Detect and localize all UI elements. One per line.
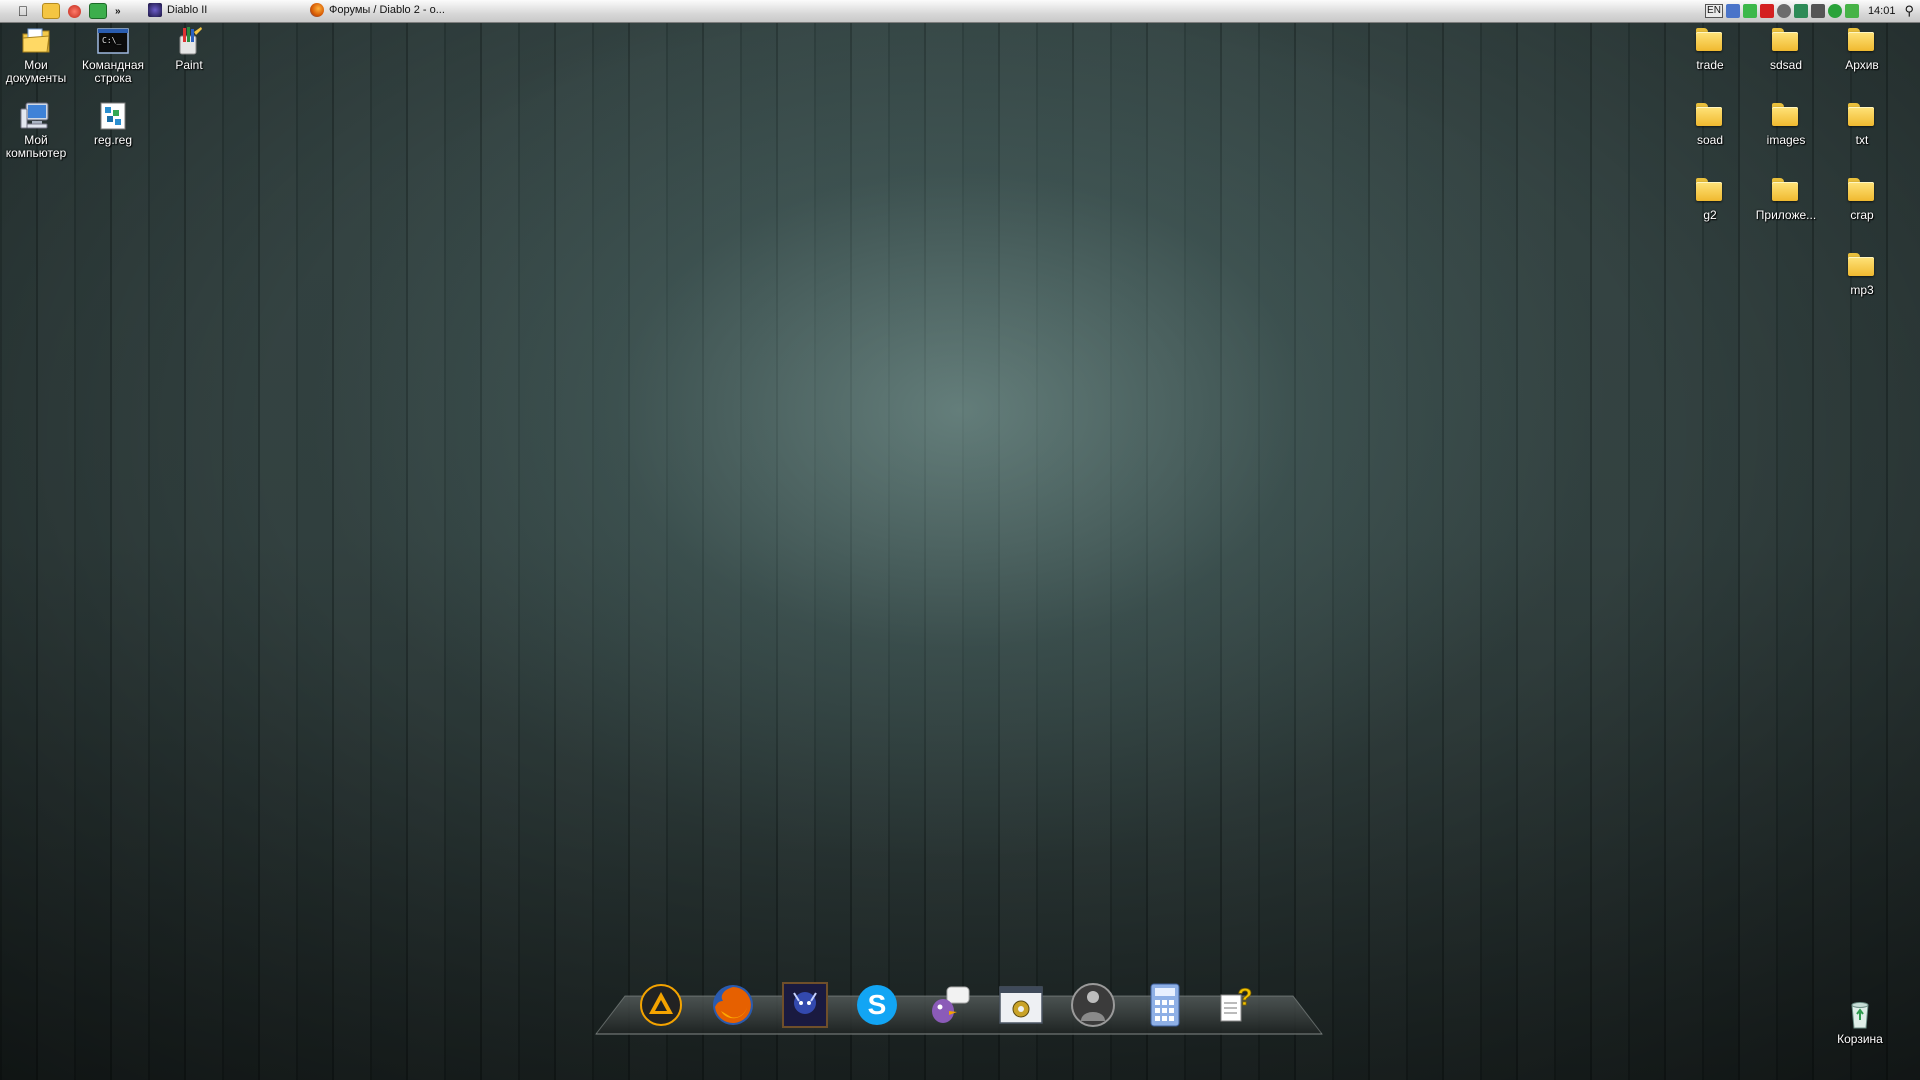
paint-icon xyxy=(172,26,206,56)
icon-label: Paint xyxy=(175,58,203,72)
icon-label: images xyxy=(1766,133,1806,147)
language-indicator[interactable]: EN xyxy=(1705,4,1723,18)
icon-label: soad xyxy=(1696,133,1724,147)
task-label: Diablo II xyxy=(167,4,208,16)
my-documents-icon xyxy=(19,26,53,56)
dock-item-game-character[interactable] xyxy=(1068,980,1118,1030)
volume-icon[interactable] xyxy=(1810,4,1825,18)
folder-icon xyxy=(1769,101,1803,131)
calculator-icon xyxy=(1150,983,1180,1027)
icon-label: reg.reg xyxy=(93,133,133,147)
dock-item-help[interactable]: ? xyxy=(1212,980,1262,1030)
status-icon[interactable] xyxy=(1827,4,1842,18)
icon-label: Архив xyxy=(1845,58,1879,72)
clock[interactable]: 14:01 xyxy=(1868,5,1896,17)
desktop-folder-crap[interactable]: crap xyxy=(1824,176,1900,222)
skype-icon: S xyxy=(857,985,897,1025)
folder-icon xyxy=(1693,176,1727,206)
folder-icon xyxy=(1769,26,1803,56)
desktop-folder-archive[interactable]: Архив xyxy=(1824,26,1900,72)
connection-icon[interactable] xyxy=(1844,4,1859,18)
icon-label: Приложе... xyxy=(1755,208,1817,222)
icon-label: Мой компьютер xyxy=(5,133,67,160)
network-icon[interactable] xyxy=(1725,4,1740,18)
svg-text:S: S xyxy=(868,989,887,1020)
update-icon[interactable] xyxy=(1793,4,1808,18)
firefox-icon xyxy=(713,985,753,1025)
wallpaper xyxy=(0,0,1920,1080)
folder-icon xyxy=(1845,101,1879,131)
icon-label: Командная строка xyxy=(81,58,144,85)
globe-icon[interactable] xyxy=(1776,4,1791,18)
desktop-icon-recycle-bin[interactable]: Корзина xyxy=(1822,1000,1898,1046)
antivirus-icon[interactable] xyxy=(1759,4,1774,18)
folder-icon xyxy=(1693,26,1727,56)
desktop-folder-trade[interactable]: trade xyxy=(1672,26,1748,72)
quick-launch-app-icon[interactable] xyxy=(89,3,107,19)
desktop-folder-images[interactable]: images xyxy=(1748,101,1824,147)
game-character-icon xyxy=(1071,983,1115,1027)
task-label: Форумы / Diablo 2 - о... xyxy=(329,4,445,16)
folder-icon xyxy=(1845,26,1879,56)
control-panel-icon xyxy=(999,986,1043,1024)
icon-label: trade xyxy=(1696,58,1724,72)
taskbar-item-firefox[interactable]: Форумы / Diablo 2 - о... xyxy=(310,3,445,17)
help-icon: ? xyxy=(1220,984,1253,1022)
desktop-folder-sdsad[interactable]: sdsad xyxy=(1748,26,1824,72)
firefox-icon xyxy=(310,3,324,17)
my-computer-icon xyxy=(19,101,53,131)
dock-item-skype[interactable]: S xyxy=(852,980,902,1030)
icon-label: crap xyxy=(1850,208,1874,222)
folder-icon xyxy=(1845,251,1879,281)
taskbar-item-diablo[interactable]: Diablo II xyxy=(148,3,207,17)
shield-icon[interactable] xyxy=(1742,4,1757,18)
svg-text:C:\_: C:\_ xyxy=(102,36,121,45)
icon-label: Мои документы xyxy=(5,58,67,85)
command-prompt-icon: C:\_ xyxy=(96,26,130,56)
icon-label: sdsad xyxy=(1769,58,1803,72)
dock-item-control-panel[interactable] xyxy=(996,980,1046,1030)
desktop-icon-command-prompt[interactable]: C:\_ Командная строка xyxy=(75,26,151,85)
folder-icon xyxy=(1693,101,1727,131)
icon-label: txt xyxy=(1855,133,1869,147)
recycle-bin-icon xyxy=(1843,1000,1877,1030)
quick-launch-folder-icon[interactable] xyxy=(42,3,60,19)
system-tray: EN 14:01 ⚲ xyxy=(1705,0,1920,22)
desktop-folder-g2[interactable]: g2 xyxy=(1672,176,1748,222)
desktop-folder-txt[interactable]: txt xyxy=(1824,101,1900,147)
svg-text:?: ? xyxy=(1238,984,1253,1011)
desktop-folder-soad[interactable]: soad xyxy=(1672,101,1748,147)
folder-icon xyxy=(1769,176,1803,206)
quick-launch-more-chevron[interactable]: » xyxy=(115,6,121,17)
spotlight-icon[interactable]: ⚲ xyxy=(1904,3,1914,19)
diablo-icon xyxy=(148,3,162,17)
icon-label: mp3 xyxy=(1850,283,1874,297)
dock-item-calculator[interactable] xyxy=(1140,980,1190,1030)
aimp-icon xyxy=(640,984,682,1026)
desktop-icon-my-documents[interactable]: Мои документы xyxy=(0,26,74,85)
icon-label: g2 xyxy=(1703,208,1717,222)
desktop-folder-applications[interactable]: Приложе... xyxy=(1748,176,1824,222)
folder-icon xyxy=(1845,176,1879,206)
menubar:  » Diablo II Форумы / Diablo 2 - о... E… xyxy=(0,0,1920,23)
dock-item-pidgin[interactable] xyxy=(924,980,974,1030)
registry-file-icon xyxy=(96,101,130,131)
pidgin-icon xyxy=(932,986,970,1023)
icon-label: Корзина xyxy=(1837,1032,1883,1046)
quick-launch-power-icon[interactable] xyxy=(68,4,81,18)
desktop-icon-my-computer[interactable]: Мой компьютер xyxy=(0,101,74,160)
dock-item-firefox[interactable] xyxy=(708,980,758,1030)
desktop-icon-paint[interactable]: Paint xyxy=(151,26,227,72)
desktop-folder-mp3[interactable]: mp3 xyxy=(1824,251,1900,297)
dock-item-diablo[interactable] xyxy=(780,980,830,1030)
desktop-icon-reg-file[interactable]: reg.reg xyxy=(75,101,151,147)
dock-item-aimp[interactable] xyxy=(636,980,686,1030)
apple-icon[interactable]:  xyxy=(12,3,34,19)
diablo-icon xyxy=(782,982,828,1028)
